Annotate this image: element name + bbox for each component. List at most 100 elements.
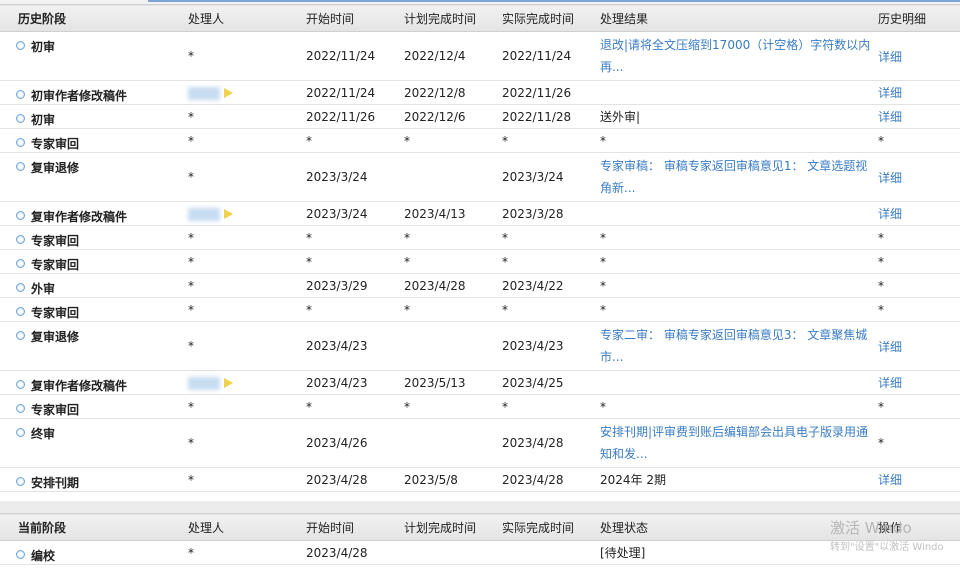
planned-cell — [404, 540, 502, 565]
handler-text: * — [188, 254, 194, 269]
stage-cell: 初审 — [0, 104, 188, 129]
table-row: 专家审回 * * * * * * — [0, 249, 960, 274]
detail-cell: * — [878, 297, 960, 322]
stage-name: 专家审回 — [31, 306, 80, 320]
result-text[interactable]: 安排刊期|评审费到账后编辑部会出具电子版录用通知和发... — [600, 425, 868, 461]
table-row: 复审作者修改稿件 2023/4/23 2023/5/13 2023/4/25 详细 — [0, 370, 960, 395]
planned-text: 2023/4/28 — [404, 278, 466, 293]
planned-cell: 2023/4/28 — [404, 273, 502, 298]
start-cell: * — [306, 297, 404, 322]
handler-cell: * — [188, 273, 306, 298]
current-header-1: 处理人 — [188, 520, 225, 535]
stage-name: 终审 — [31, 427, 56, 441]
planned-text: 2022/12/8 — [404, 85, 466, 100]
result-cell: * — [600, 128, 878, 153]
stage-bullet-icon — [16, 428, 25, 437]
stage-bullet-icon — [16, 235, 25, 244]
planned-cell — [404, 418, 502, 468]
table-row: 初审 * 2022/11/24 2022/12/4 2022/11/24 退改|请将全文压… — [0, 31, 960, 81]
start-cell: 2022/11/24 — [306, 31, 404, 81]
handler-text: * — [188, 49, 194, 63]
planned-text: * — [404, 133, 410, 148]
detail-link[interactable]: 详细 — [878, 171, 902, 185]
handler-text: * — [188, 545, 194, 560]
actual-cell: * — [502, 249, 600, 274]
stage-cell: 初审作者修改稿件 — [0, 80, 188, 105]
handler-cell: * — [188, 152, 306, 202]
redacted-handler — [188, 207, 220, 221]
planned-text: 2023/5/13 — [404, 375, 466, 390]
history-header-3: 计划完成时间 — [404, 11, 477, 26]
start-text: 2022/11/24 — [306, 49, 376, 63]
result-text[interactable]: 专家二审： 审稿专家返回审稿意见3： 文章聚焦城市... — [600, 328, 867, 364]
start-cell: 2023/4/23 — [306, 370, 404, 395]
detail-text: * — [878, 230, 884, 245]
result-text: * — [600, 133, 606, 148]
planned-cell: * — [404, 249, 502, 274]
planned-cell: 2023/4/13 — [404, 201, 502, 226]
start-cell: * — [306, 249, 404, 274]
detail-link[interactable]: 详细 — [878, 86, 902, 100]
table-row: 专家审回 * * * * * * — [0, 297, 960, 322]
history-header-1: 处理人 — [188, 11, 225, 26]
actual-cell: 2022/11/24 — [502, 31, 600, 81]
planned-cell: 2022/12/6 — [404, 104, 502, 129]
history-header-4: 实际完成时间 — [502, 11, 575, 26]
handler-cell: * — [188, 225, 306, 250]
detail-cell: * — [878, 225, 960, 250]
handler-text: * — [188, 472, 194, 487]
activation-watermark: 激活 Windo — [830, 519, 912, 537]
actual-text: 2023/4/25 — [502, 375, 564, 390]
planned-text: 2023/5/8 — [404, 472, 458, 487]
result-cell: 送外审| — [600, 104, 878, 129]
handler-text: * — [188, 436, 194, 450]
stage-name: 初审 — [31, 40, 56, 54]
result-cell — [600, 80, 878, 105]
table-row: 专家审回 * * * * * * — [0, 225, 960, 250]
stage-bullet-icon — [16, 283, 25, 292]
handler-text: * — [188, 170, 194, 184]
planned-text: * — [404, 302, 410, 317]
history-header-6: 历史明细 — [878, 11, 927, 26]
current-header-0: 当前阶段 — [18, 520, 67, 535]
start-text: 2023/4/28 — [306, 472, 368, 487]
actual-text: 2023/3/28 — [502, 206, 564, 221]
stage-name: 复审作者修改稿件 — [31, 379, 128, 393]
planned-cell: 2023/5/13 — [404, 370, 502, 395]
detail-link[interactable]: 详细 — [878, 207, 902, 221]
stage-bullet-icon — [16, 114, 25, 123]
result-text: * — [600, 399, 606, 414]
stage-name: 编校 — [31, 549, 56, 563]
detail-cell: 详细 — [878, 104, 960, 129]
handler-text: * — [188, 399, 194, 414]
stage-name: 安排刊期 — [31, 476, 80, 490]
result-text: * — [600, 254, 606, 269]
stage-bullet-icon — [16, 380, 25, 389]
stage-cell: 复审退修 — [0, 321, 188, 371]
detail-text: * — [878, 399, 884, 414]
result-text[interactable]: 退改|请将全文压缩到17000（计空格）字符数以内再... — [600, 38, 870, 74]
detail-link[interactable]: 详细 — [878, 50, 902, 64]
handler-cell: * — [188, 128, 306, 153]
stage-bullet-icon — [16, 211, 25, 220]
detail-link[interactable]: 详细 — [878, 473, 902, 487]
table-row: 外审 * 2023/3/29 2023/4/28 2023/4/22 * * — [0, 273, 960, 298]
stage-bullet-icon — [16, 307, 25, 316]
detail-text: * — [878, 133, 884, 148]
actual-cell: 2023/3/28 — [502, 201, 600, 226]
actual-text: 2023/3/24 — [502, 170, 564, 184]
actual-text: * — [502, 302, 508, 317]
detail-cell: * — [878, 128, 960, 153]
detail-link[interactable]: 详细 — [878, 340, 902, 354]
actual-cell: 2023/4/25 — [502, 370, 600, 395]
start-text: 2023/4/26 — [306, 436, 368, 450]
result-text[interactable]: 专家审稿： 审稿专家返回审稿意见1： 文章选题视角新... — [600, 159, 867, 195]
planned-cell — [404, 152, 502, 202]
detail-link[interactable]: 详细 — [878, 110, 902, 124]
handler-text: * — [188, 302, 194, 317]
history-header-5: 处理结果 — [600, 11, 649, 26]
stage-bullet-icon — [16, 477, 25, 486]
detail-link[interactable]: 详细 — [878, 376, 902, 390]
table-row: 编校 * 2023/4/28 [待处理] — [0, 540, 960, 565]
start-cell: 2022/11/24 — [306, 80, 404, 105]
